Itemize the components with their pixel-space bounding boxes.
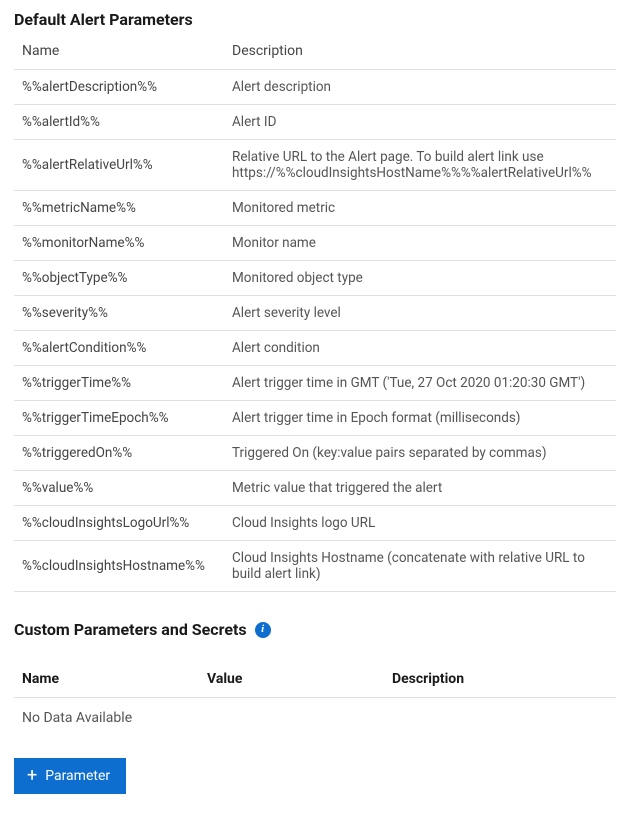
custom-params-title-row: Custom Parameters and Secrets i — [14, 620, 616, 639]
table-row: %%alertDescription%%Alert description — [14, 70, 616, 105]
param-description: Alert severity level — [224, 296, 616, 331]
param-description: Monitored object type — [224, 261, 616, 296]
param-name: %%cloudInsightsHostname%% — [14, 541, 224, 592]
table-row: %%triggerTime%%Alert trigger time in GMT… — [14, 366, 616, 401]
param-name: %%triggerTime%% — [14, 366, 224, 401]
table-row: %%alertId%%Alert ID — [14, 105, 616, 140]
default-header-name: Name — [14, 35, 224, 70]
table-row: %%alertRelativeUrl%%Relative URL to the … — [14, 140, 616, 191]
custom-header-name: Name — [14, 663, 199, 698]
custom-header-description: Description — [384, 663, 616, 698]
add-parameter-button[interactable]: + Parameter — [14, 758, 126, 794]
param-description: Cloud Insights logo URL — [224, 506, 616, 541]
custom-params-title: Custom Parameters and Secrets — [14, 620, 247, 639]
param-name: %%alertRelativeUrl%% — [14, 140, 224, 191]
param-description: Metric value that triggered the alert — [224, 471, 616, 506]
param-description: Cloud Insights Hostname (concatenate wit… — [224, 541, 616, 592]
param-description: Alert description — [224, 70, 616, 105]
no-data-message: No Data Available — [14, 698, 616, 739]
plus-icon: + — [27, 767, 37, 785]
info-icon[interactable]: i — [255, 622, 271, 638]
default-params-table: Name Description %%alertDescription%%Ale… — [14, 35, 616, 592]
table-row: %%cloudInsightsHostname%%Cloud Insights … — [14, 541, 616, 592]
param-description: Monitored metric — [224, 191, 616, 226]
custom-header-value: Value — [199, 663, 384, 698]
table-row: %%monitorName%%Monitor name — [14, 226, 616, 261]
param-name: %%cloudInsightsLogoUrl%% — [14, 506, 224, 541]
table-row: %%triggerTimeEpoch%%Alert trigger time i… — [14, 401, 616, 436]
param-name: %%triggerTimeEpoch%% — [14, 401, 224, 436]
param-description: Relative URL to the Alert page. To build… — [224, 140, 616, 191]
table-row: %%triggeredOn%%Triggered On (key:value p… — [14, 436, 616, 471]
param-description: Triggered On (key:value pairs separated … — [224, 436, 616, 471]
table-row: No Data Available — [14, 698, 616, 739]
param-name: %%triggeredOn%% — [14, 436, 224, 471]
param-name: %%value%% — [14, 471, 224, 506]
table-row: %%objectType%%Monitored object type — [14, 261, 616, 296]
table-row: %%alertCondition%%Alert condition — [14, 331, 616, 366]
param-description: Alert trigger time in GMT ('Tue, 27 Oct … — [224, 366, 616, 401]
table-row: %%value%%Metric value that triggered the… — [14, 471, 616, 506]
param-name: %%alertId%% — [14, 105, 224, 140]
param-description: Monitor name — [224, 226, 616, 261]
param-name: %%alertCondition%% — [14, 331, 224, 366]
add-parameter-label: Parameter — [45, 768, 110, 784]
table-row: %%severity%%Alert severity level — [14, 296, 616, 331]
table-row: %%cloudInsightsLogoUrl%%Cloud Insights l… — [14, 506, 616, 541]
param-name: %%alertDescription%% — [14, 70, 224, 105]
param-description: Alert trigger time in Epoch format (mill… — [224, 401, 616, 436]
table-row: %%metricName%%Monitored metric — [14, 191, 616, 226]
param-name: %%severity%% — [14, 296, 224, 331]
param-name: %%objectType%% — [14, 261, 224, 296]
default-header-description: Description — [224, 35, 616, 70]
custom-params-table: Name Value Description No Data Available — [14, 663, 616, 738]
default-params-title: Default Alert Parameters — [14, 10, 616, 29]
param-name: %%monitorName%% — [14, 226, 224, 261]
param-name: %%metricName%% — [14, 191, 224, 226]
param-description: Alert ID — [224, 105, 616, 140]
param-description: Alert condition — [224, 331, 616, 366]
